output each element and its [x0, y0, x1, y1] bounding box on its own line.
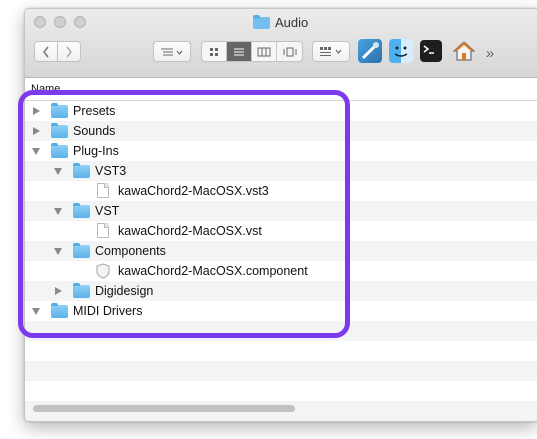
empty-row: [25, 361, 537, 381]
file-name: Components: [95, 244, 166, 258]
folder-icon: [51, 143, 68, 158]
empty-row: [25, 341, 537, 361]
group-button[interactable]: [312, 41, 350, 62]
disclosure-triangle-icon[interactable]: [54, 168, 62, 175]
terminal-icon[interactable]: [420, 40, 442, 62]
home-icon[interactable]: [452, 39, 476, 63]
file-name: Plug-Ins: [73, 144, 119, 158]
folder-icon: [253, 14, 270, 29]
view-mode-segment[interactable]: [201, 41, 303, 62]
disclosure-triangle-icon[interactable]: [32, 308, 40, 315]
window-title: Audio: [253, 14, 308, 30]
file-name: Digidesign: [95, 284, 154, 298]
chevron-right-icon: [66, 46, 72, 57]
disclosure-triangle-icon[interactable]: [54, 248, 62, 255]
list-item[interactable]: VST: [25, 201, 537, 221]
arrange-menu-icon: [161, 48, 183, 55]
file-name: VST: [95, 204, 120, 218]
list-item[interactable]: kawaChord2-MacOSX.vst: [25, 221, 537, 241]
disclosure-triangle-icon[interactable]: [54, 208, 62, 215]
window-title-text: Audio: [275, 14, 309, 30]
folder-icon: [73, 243, 90, 258]
finder-icon[interactable]: [389, 39, 413, 63]
folder-icon: [73, 163, 90, 178]
document-icon: [97, 223, 109, 238]
file-list: Presets Sounds Plug-Ins VST3 kawaChord2-…: [25, 101, 537, 421]
file-name: kawaChord2-MacOSX.vst3: [118, 184, 269, 198]
name-column-header[interactable]: Name: [31, 83, 60, 95]
folder-icon: [51, 123, 68, 138]
folder-icon: [51, 303, 68, 318]
file-name: kawaChord2-MacOSX.vst: [118, 224, 262, 238]
file-name: kawaChord2-MacOSX.component: [118, 264, 308, 278]
file-name: Presets: [73, 104, 116, 118]
document-icon: [97, 183, 109, 198]
horizontal-scrollbar[interactable]: [33, 405, 295, 412]
icon-view-icon[interactable]: [202, 42, 227, 61]
list-item[interactable]: Plug-Ins: [25, 141, 537, 161]
zoom-window-button[interactable]: [74, 16, 86, 28]
arrange-button[interactable]: [153, 41, 191, 62]
forward-button[interactable]: [57, 41, 81, 62]
folder-icon: [73, 283, 90, 298]
chevron-left-icon: [43, 46, 49, 57]
column-view-icon[interactable]: [252, 42, 277, 61]
list-item[interactable]: kawaChord2-MacOSX.component: [25, 261, 537, 281]
list-item[interactable]: VST3: [25, 161, 537, 181]
close-window-button[interactable]: [34, 16, 46, 28]
finder-window: Audio » Name Presets Sounds Plug-Ins VST…: [24, 8, 537, 422]
disclosure-triangle-icon[interactable]: [33, 127, 40, 135]
empty-row: [25, 321, 537, 341]
list-item[interactable]: Digidesign: [25, 281, 537, 301]
component-shield-icon: [96, 263, 110, 279]
group-menu-icon: [320, 46, 342, 56]
list-item[interactable]: Components: [25, 241, 537, 261]
list-item[interactable]: Presets: [25, 101, 537, 121]
file-name: VST3: [95, 164, 127, 178]
minimize-window-button[interactable]: [54, 16, 66, 28]
column-header[interactable]: Name: [25, 78, 537, 101]
title-bar: Audio »: [25, 9, 537, 78]
disclosure-triangle-icon[interactable]: [32, 148, 40, 155]
folder-icon: [51, 103, 68, 118]
empty-row: [25, 381, 537, 401]
toolbar-overflow-button[interactable]: »: [481, 43, 499, 64]
list-view-icon[interactable]: [227, 42, 252, 61]
file-name: MIDI Drivers: [73, 304, 143, 318]
xcode-icon[interactable]: [358, 39, 382, 63]
list-item[interactable]: Sounds: [25, 121, 537, 141]
disclosure-triangle-icon[interactable]: [33, 107, 40, 115]
list-item[interactable]: MIDI Drivers: [25, 301, 537, 321]
cover-flow-icon[interactable]: [277, 42, 302, 61]
folder-icon: [73, 203, 90, 218]
disclosure-triangle-icon[interactable]: [55, 287, 62, 295]
file-name: Sounds: [73, 124, 116, 138]
list-item[interactable]: kawaChord2-MacOSX.vst3: [25, 181, 537, 201]
back-button[interactable]: [34, 41, 58, 62]
